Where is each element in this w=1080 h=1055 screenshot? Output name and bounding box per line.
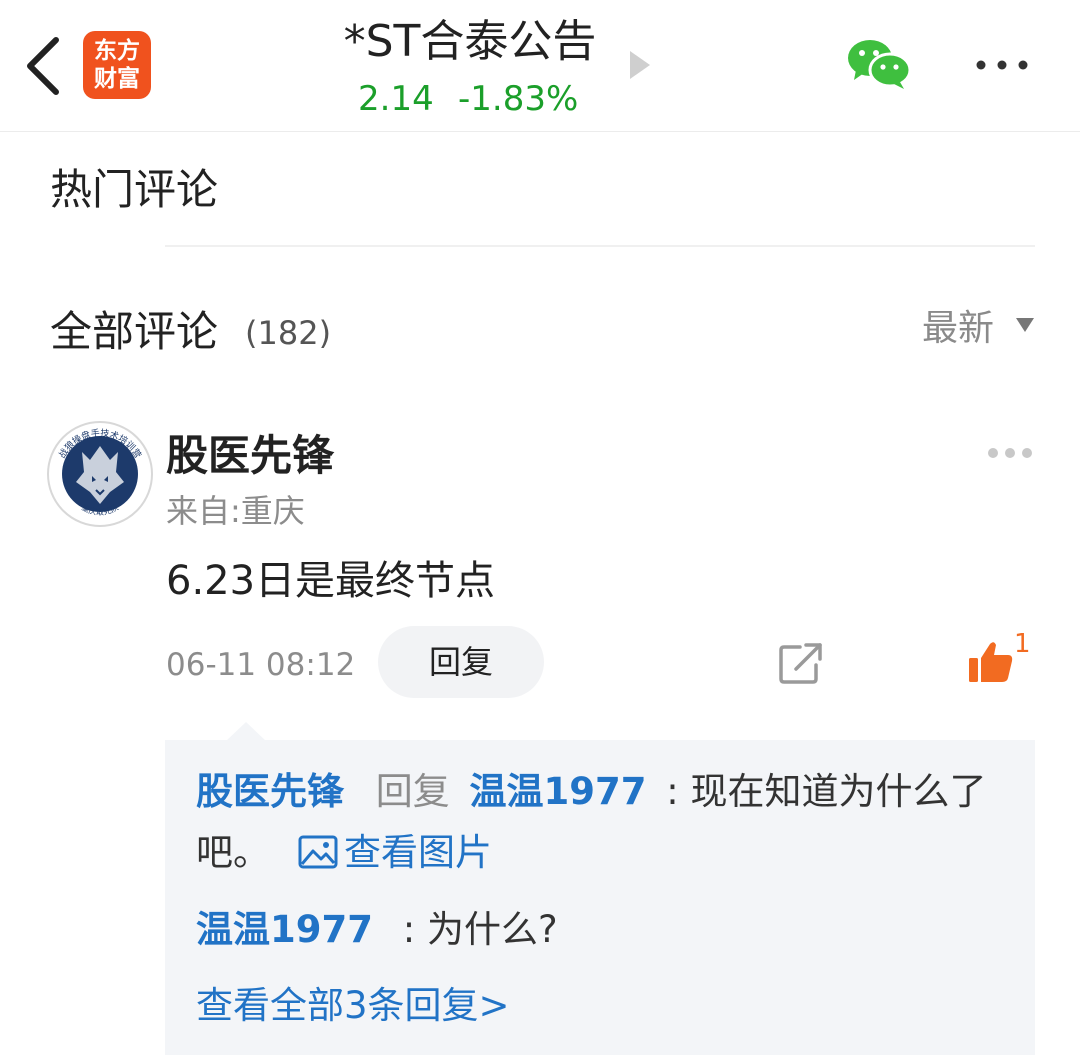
hot-comments-heading: 热门评论 <box>50 165 219 214</box>
comment-author[interactable]: 股医先锋 <box>166 428 334 484</box>
reply-item-continued: 吧。 查看图片 <box>196 823 492 883</box>
comment-timestamp: 06-11 08:12 <box>166 647 356 683</box>
like-count: 1 <box>1014 629 1031 659</box>
comment-count: (182) <box>245 314 332 352</box>
logo-text-line1: 东方 <box>94 37 140 64</box>
reply-button[interactable]: 回复 <box>378 626 544 698</box>
reply-text: 为什么? <box>426 908 558 951</box>
stock-price: 2.14 <box>358 79 434 119</box>
reply-item[interactable]: 温温1977 : 为什么? <box>196 900 558 960</box>
app-logo[interactable]: 东方 财富 <box>83 31 151 99</box>
reply-word: 回复 <box>375 770 450 813</box>
page-title: *ST合泰公告 <box>343 16 597 67</box>
more-options-icon[interactable] <box>972 55 1032 75</box>
reply-colon: : <box>666 770 679 813</box>
view-image-link[interactable]: 查看图片 <box>344 831 492 874</box>
comment-text: 6.23日是最终节点 <box>166 558 496 604</box>
like-thumb-icon[interactable] <box>968 640 1014 684</box>
share-icon[interactable] <box>778 641 824 685</box>
sort-selector[interactable]: 最新 <box>922 304 994 354</box>
back-arrow-icon[interactable] <box>22 36 66 96</box>
reply-panel-pointer <box>226 722 266 741</box>
all-comments-heading: 全部评论 <box>50 307 219 356</box>
reply-author[interactable]: 温温1977 <box>196 908 373 951</box>
comment-more-icon[interactable] <box>986 446 1034 460</box>
section-divider <box>165 245 1035 247</box>
stock-change-percent: -1.83% <box>458 79 579 119</box>
reply-author[interactable]: 股医先锋 <box>196 770 344 813</box>
reply-text-line1: 现在知道为什么了 <box>690 770 987 813</box>
expand-arrow-icon[interactable] <box>628 51 652 79</box>
image-icon[interactable] <box>298 835 338 869</box>
reply-item[interactable]: 股医先锋 回复 温温1977 : 现在知道为什么了 <box>196 762 987 822</box>
wechat-share-icon[interactable] <box>846 38 912 90</box>
sort-dropdown-icon[interactable] <box>1016 318 1034 332</box>
reply-text-line2: 吧。 <box>196 831 270 874</box>
logo-text-line2: 财富 <box>94 65 140 92</box>
comment-location: 来自:重庆 <box>166 492 305 530</box>
reply-colon: : <box>402 908 416 951</box>
user-avatar[interactable]: 战狼操盘手技术培训营 重庆敢死队 <box>46 420 154 528</box>
reply-target[interactable]: 温温1977 <box>470 770 647 813</box>
view-all-replies-link[interactable]: 查看全部3条回复> <box>196 976 510 1036</box>
